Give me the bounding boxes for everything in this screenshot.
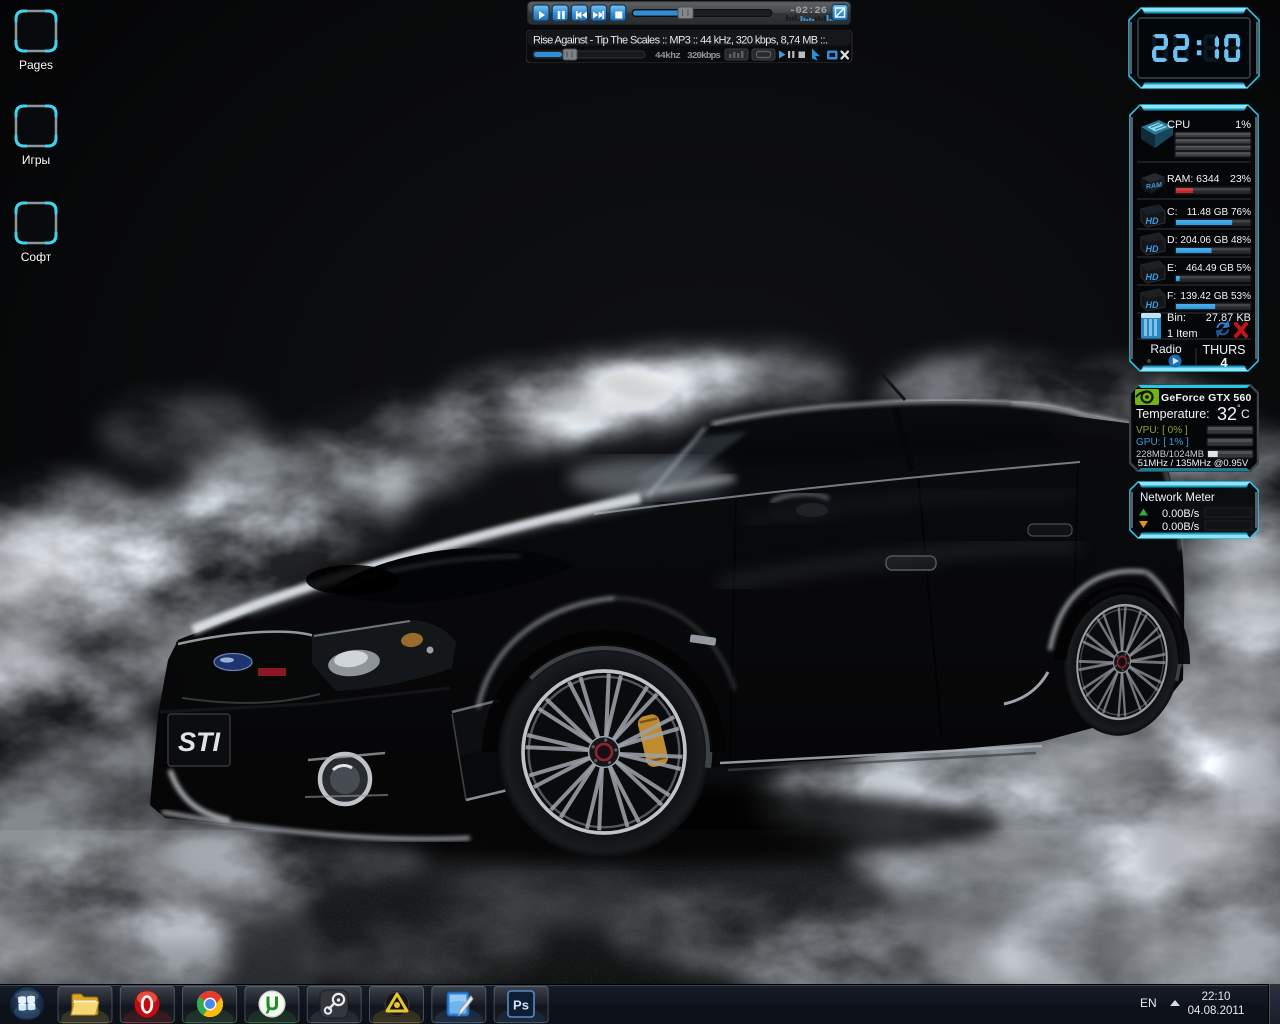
svg-text:320kbps: 320kbps <box>687 50 721 61</box>
svg-text:464.49 GB 5%: 464.49 GB 5% <box>1186 263 1251 274</box>
svg-text:44khz: 44khz <box>655 50 681 61</box>
svg-text:HD: HD <box>1146 244 1159 254</box>
svg-text:204.06 GB 48%: 204.06 GB 48% <box>1180 235 1251 246</box>
svg-text:C: C <box>1241 407 1250 421</box>
svg-text:HD: HD <box>1146 216 1159 226</box>
svg-text:23%: 23% <box>1230 173 1251 185</box>
svg-text:Bin:: Bin: <box>1167 312 1186 324</box>
svg-text:Temperature:: Temperature: <box>1136 407 1210 421</box>
svg-text:32: 32 <box>1217 404 1237 424</box>
svg-text:Rise Against - Tip The Scales: Rise Against - Tip The Scales :: MP3 :: … <box>533 35 828 47</box>
svg-text:11.48 GB 76%: 11.48 GB 76% <box>1187 207 1251 218</box>
svg-text:0.00B/s: 0.00B/s <box>1162 508 1200 520</box>
svg-text:139.42 GB 53%: 139.42 GB 53% <box>1180 291 1251 302</box>
svg-text:1%: 1% <box>1235 119 1251 131</box>
svg-text:RAM: 6344: RAM: 6344 <box>1167 173 1220 185</box>
svg-text:STI: STI <box>178 727 221 757</box>
svg-text:GPU: [ 1% ]: GPU: [ 1% ] <box>1136 437 1189 448</box>
svg-text:CPU: CPU <box>1167 119 1190 131</box>
svg-text:Ps: Ps <box>513 998 529 1013</box>
svg-text:1 Item: 1 Item <box>1167 328 1198 340</box>
svg-text:F:: F: <box>1167 290 1176 302</box>
svg-text:51MHz / 135MHz @0.95V: 51MHz / 135MHz @0.95V <box>1138 458 1249 469</box>
svg-text:VPU: [ 0% ]: VPU: [ 0% ] <box>1136 425 1188 436</box>
svg-text:D:: D: <box>1167 234 1178 246</box>
svg-text:C:: C: <box>1167 206 1178 218</box>
svg-text:4: 4 <box>1220 355 1228 370</box>
svg-text:E:: E: <box>1167 262 1177 274</box>
svg-text:HD: HD <box>1146 272 1159 282</box>
svg-text:Network Meter: Network Meter <box>1140 492 1215 504</box>
svg-text:Radio: Radio <box>1150 342 1182 356</box>
svg-text:0.00B/s: 0.00B/s <box>1162 521 1200 533</box>
svg-text:HD: HD <box>1146 300 1159 310</box>
